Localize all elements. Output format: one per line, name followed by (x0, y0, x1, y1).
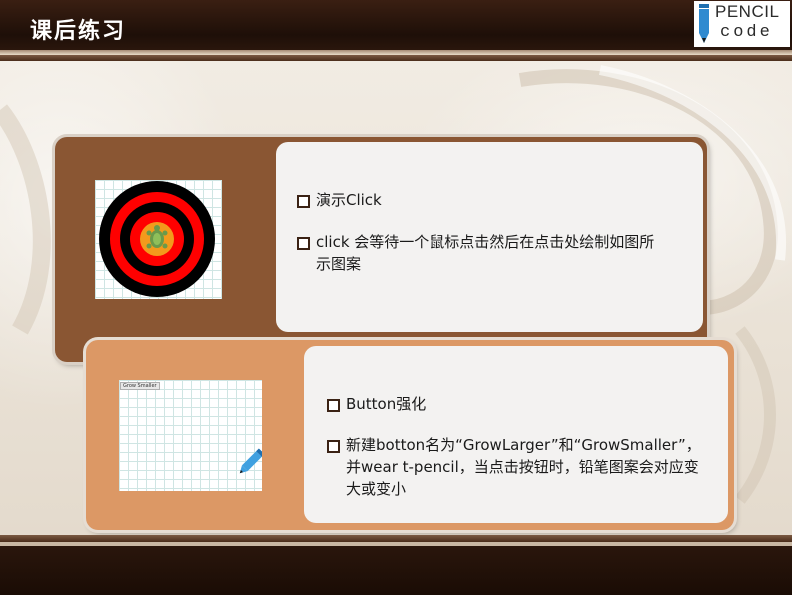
bullet-click-description: click 会等待一个鼠标点击然后在点击处绘制如图所示图案 (297, 231, 662, 275)
click-demo-image (95, 180, 222, 299)
square-bullet-icon (297, 195, 310, 208)
pencil-logo-icon (699, 4, 709, 43)
header-divider-dark (0, 55, 792, 61)
bullet-click-title: 演示Click (297, 189, 687, 211)
bullet-button-title: Button强化 (327, 393, 717, 415)
square-bullet-icon (297, 237, 310, 250)
pencil-icon (239, 448, 262, 474)
footer-bar (0, 546, 792, 595)
footer-divider (0, 535, 792, 542)
title-bar: 课后练习 PENCIL code (0, 0, 792, 50)
logo-text-pencil: PENCIL (715, 2, 780, 21)
logo-text-code: code (720, 23, 773, 42)
button-demo-image: Grow Smaller (119, 380, 262, 491)
bullet-button-description: 新建botton名为“GrowLarger”和“GrowSmaller”，并we… (327, 434, 712, 500)
square-bullet-icon (327, 399, 340, 412)
square-bullet-icon (327, 440, 340, 453)
target-with-turtle-icon (99, 181, 215, 297)
pencil-code-logo: PENCIL code (694, 1, 790, 47)
slide-title: 课后练习 (30, 19, 127, 44)
